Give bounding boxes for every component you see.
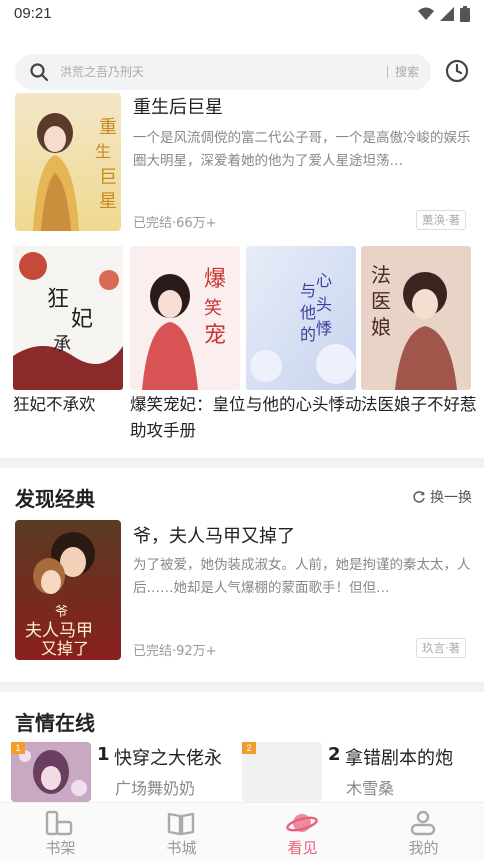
section-divider [0,682,484,692]
grid-book-title: 法医娘子不好惹 [361,395,477,414]
svg-text:爷: 爷 [55,605,68,620]
search-row: 洪荒之吾乃刑天 搜索 [0,50,484,94]
book-cover: 法 医 娘 [361,246,471,390]
svg-text:的: 的 [300,325,316,344]
signal-icon [440,7,454,21]
nav-label: 我的 [408,839,439,857]
rank-item[interactable]: 2 2 拿错剧本的炮 木雪桑 [242,742,482,802]
search-icon [30,63,49,82]
book-meta: 已完结·92万+ [133,644,217,659]
svg-text:巨: 巨 [99,167,117,188]
rank-author: 木雪桑 [346,779,395,798]
svg-text:星: 星 [99,191,117,212]
refresh-label: 换一换 [430,490,472,506]
rank-badge: 1 [11,742,25,754]
search-input[interactable]: 洪荒之吾乃刑天 搜索 [15,54,431,90]
book-cover: 爷 夫人马甲 又掉了 [15,520,121,660]
rank-title: 拿错剧本的炮 [345,748,453,769]
svg-text:宠: 宠 [204,323,226,348]
status-icons [418,6,470,22]
svg-text:狂: 狂 [47,287,69,312]
svg-text:承: 承 [53,334,71,355]
nav-item-book-city[interactable]: 书城 [121,803,242,860]
svg-text:悸: 悸 [316,319,332,338]
svg-text:笑: 笑 [204,298,222,319]
status-time: 09:21 [14,5,52,22]
grid-book-title: 狂妃不承欢 [13,395,96,414]
book-title: 爷，夫人马甲又掉了 [133,526,295,547]
grid-book-title: 爆笑宠妃：皇位助攻手册 [130,395,246,440]
profile-icon [410,810,436,836]
section-title: 发现经典 [15,487,95,511]
nav-item-bookshelf[interactable]: 书架 [0,803,121,860]
grid-book[interactable]: 与 心 他 头 的 悸 与他的心头悸动 [246,246,362,418]
nav-label: 书架 [45,839,76,857]
refresh-button[interactable]: 换一换 [412,487,472,507]
svg-text:与: 与 [300,281,316,300]
rank-number: 1 [97,744,110,765]
grid-book[interactable]: 爆 笑 宠 爆笑宠妃：皇位助攻手册 [130,246,246,444]
battery-icon [460,6,470,22]
wifi-icon [418,7,434,20]
book-grid: 狂 妃 承 狂妃不承欢 爆 笑 宠 爆笑宠妃：皇位助攻手册 与 心 他 头 的 … [0,246,484,446]
svg-text:心: 心 [316,271,332,290]
nav-label: 书城 [166,839,197,857]
history-icon[interactable] [444,58,470,84]
featured-book[interactable]: 重 生 巨 星 重生后巨星 一个是风流倜傥的富二代公子哥，一个是高傲冷峻的娱乐圈… [0,93,484,233]
nav-item-discover[interactable]: 看见 [242,803,363,860]
svg-text:爆: 爆 [204,267,226,292]
book-city-icon [167,812,195,836]
svg-text:夫人马甲: 夫人马甲 [25,621,93,641]
svg-text:娘: 娘 [371,315,391,339]
discover-book[interactable]: 爷 夫人马甲 又掉了 爷，夫人马甲又掉了 为了被爱，她伪装成淑女。人前，她是拘谨… [0,520,484,660]
svg-text:又掉了: 又掉了 [41,639,89,658]
svg-text:头: 头 [316,295,332,314]
author-tag: 薰涣·著 [416,210,467,230]
status-bar: 09:21 [0,0,484,30]
rank-item[interactable]: 1 1 快穿之大佬永 广场舞奶奶 [11,742,241,802]
rank-number: 2 [328,744,341,765]
search-placeholder: 洪荒之吾乃刑天 [60,65,145,79]
section-title: 言情在线 [15,711,95,735]
bookshelf-icon [45,810,73,836]
search-divider [387,66,388,78]
book-description: 一个是风流倜傥的富二代公子哥，一个是高傲冷峻的娱乐圈大明星，深爱着她的他为了爱人… [133,130,471,169]
bottom-nav: 书架 书城 看见 我的 [0,802,484,860]
author-tag: 玖言·著 [416,638,467,658]
refresh-icon [413,491,425,503]
section-divider [0,458,484,468]
book-cover: 重 生 巨 星 [15,93,121,231]
svg-text:法: 法 [371,263,391,287]
svg-text:妃: 妃 [71,307,93,332]
book-cover: 与 心 他 头 的 悸 [246,246,356,390]
book-meta: 已完结·66万+ [133,216,217,231]
svg-text:生: 生 [95,142,111,161]
svg-text:他: 他 [300,303,316,322]
book-title: 重生后巨星 [133,97,223,118]
book-cover: 爆 笑 宠 [130,246,240,390]
svg-text:医: 医 [371,289,391,313]
search-button[interactable]: 搜索 [395,63,419,80]
planet-icon [286,814,318,832]
book-description: 为了被爱，她伪装成淑女。人前，她是拘谨的秦太太，人后……她却是人气爆棚的蒙面歌手… [133,557,471,596]
rank-author: 广场舞奶奶 [115,779,196,798]
grid-book[interactable]: 狂 妃 承 狂妃不承欢 [13,246,123,418]
svg-text:重: 重 [99,117,117,138]
book-cover: 狂 妃 承 [13,246,123,390]
nav-item-profile[interactable]: 我的 [363,803,484,860]
grid-book[interactable]: 法 医 娘 法医娘子不好惹 [361,246,477,418]
nav-label: 看见 [287,839,318,857]
grid-book-title: 与他的心头悸动 [246,395,362,414]
rank-title: 快穿之大佬永 [114,748,222,769]
rank-badge: 2 [242,742,256,754]
